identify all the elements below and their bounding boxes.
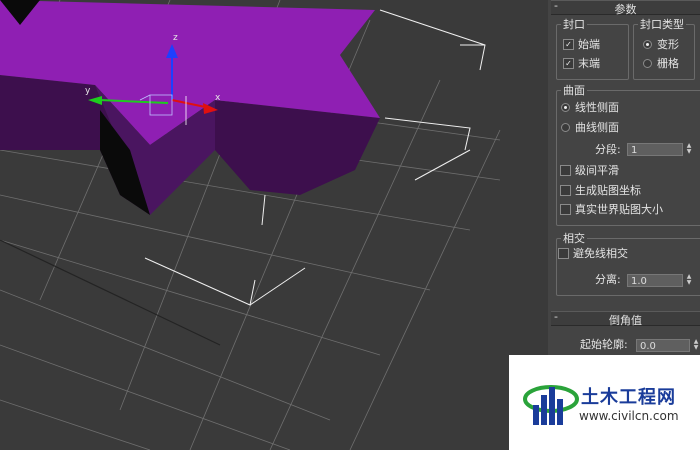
cap-type-grid-radio[interactable]: 栅格	[643, 56, 679, 72]
gizmo-axis-y-label: y	[85, 86, 91, 96]
cap-end-checkbox[interactable]: ✓ 末端	[563, 56, 600, 72]
civilcn-logo-icon	[523, 385, 579, 425]
surface-group-label: 曲面	[561, 82, 587, 98]
checkbox-unchecked-icon	[560, 164, 571, 176]
bevel-values-rollout-title: 倒角值	[609, 314, 642, 327]
params-rollout-header[interactable]: - 参数	[551, 0, 700, 16]
radio-unselected-icon	[561, 122, 570, 132]
cap-group-label: 封口	[561, 16, 587, 32]
radio-unselected-icon	[643, 58, 652, 68]
viewport-scene: z y x	[0, 0, 501, 450]
checkbox-checked-icon: ✓	[563, 57, 574, 69]
start-outline-spinner-arrows-icon[interactable]: ▲ ▼	[692, 339, 700, 352]
linear-sides-radio[interactable]: 线性侧面	[561, 100, 619, 116]
radio-selected-icon	[643, 39, 652, 49]
cap-type-morph-radio[interactable]: 变形	[643, 37, 679, 53]
start-outline-spinner-input[interactable]: 0.0	[636, 339, 690, 352]
separation-label: 分离:	[595, 273, 621, 286]
checkbox-unchecked-icon	[560, 184, 571, 196]
watermark-name: 土木工程网	[581, 387, 676, 408]
curved-sides-radio[interactable]: 曲线侧面	[561, 120, 619, 136]
gizmo-axis-z-label: z	[173, 33, 178, 43]
separation-spinner-input[interactable]: 1.0	[627, 274, 683, 287]
generate-mapping-checkbox[interactable]: 生成贴图坐标	[560, 183, 641, 199]
cap-type-group-label: 封口类型	[638, 16, 686, 32]
cap-start-checkbox[interactable]: ✓ 始端	[563, 37, 600, 53]
extruded-star-mesh[interactable]	[0, 0, 380, 215]
params-rollout-title: 参数	[614, 3, 637, 16]
bevel-values-rollout-header[interactable]: - 倒角值	[551, 310, 700, 327]
segments-label: 分段:	[595, 143, 621, 156]
smooth-across-levels-checkbox[interactable]: 级间平滑	[560, 163, 619, 179]
civilcn-watermark: 土木工程网 www.civilcn.com	[509, 355, 700, 450]
separation-spinner-arrows-icon[interactable]: ▲ ▼	[685, 274, 693, 287]
perspective-viewport[interactable]: z y x	[0, 0, 540, 450]
intersections-group-label: 相交	[561, 230, 587, 246]
segments-spinner-input[interactable]: 1	[627, 143, 683, 156]
segments-spinner-arrows-icon[interactable]: ▲ ▼	[685, 143, 693, 156]
gizmo-axis-x-label: x	[215, 93, 221, 103]
radio-selected-icon	[561, 102, 570, 112]
checkbox-unchecked-icon	[558, 247, 569, 259]
checkbox-unchecked-icon	[560, 203, 571, 215]
watermark-url: www.civilcn.com	[579, 409, 679, 423]
checkbox-checked-icon: ✓	[563, 38, 574, 50]
keep-lines-from-crossing-checkbox[interactable]: 避免线相交	[558, 246, 628, 262]
start-outline-label: 起始轮廓:	[580, 338, 628, 351]
real-world-map-size-checkbox[interactable]: 真实世界贴图大小	[560, 202, 663, 218]
